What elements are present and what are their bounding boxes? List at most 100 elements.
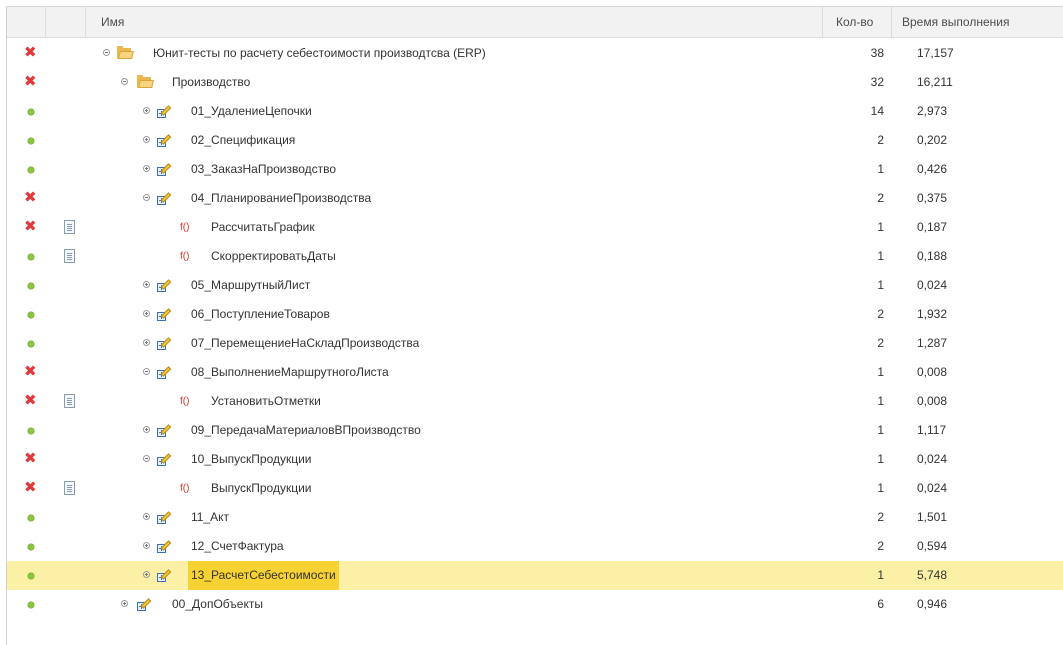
tree-row[interactable]: ✖ 08_ВыполнениеМаршрутногоЛиста 1 0,008	[7, 358, 1063, 387]
tree-row-name[interactable]: РассчитатьГрафик	[211, 213, 315, 242]
document-icon[interactable]	[64, 249, 75, 263]
expand-icon[interactable]	[143, 107, 150, 114]
tree-row[interactable]: 05_МаршрутныйЛист 1 0,024	[7, 271, 1063, 300]
collapse-icon[interactable]	[143, 194, 150, 201]
failed-status-icon: ✖	[24, 43, 37, 61]
failed-status-icon: ✖	[24, 74, 37, 89]
tree-row[interactable]: 00_ДопОбъекты 6 0,946	[7, 590, 1063, 619]
red-cross-icon: ✖	[24, 188, 37, 206]
tree-row-name[interactable]: 13_РасчетСебестоимости	[188, 561, 339, 590]
tree-row-name[interactable]: 08_ВыполнениеМаршрутногоЛиста	[191, 358, 389, 387]
expand-icon[interactable]	[143, 571, 150, 578]
tree-row-name[interactable]: 10_ВыпускПродукции	[191, 445, 312, 474]
tree-row-time: 0,426	[917, 162, 948, 176]
passed-status-icon	[25, 280, 36, 291]
tree-row[interactable]: 07_ПеремещениеНаСкладПроизводства 2 1,287	[7, 329, 1063, 358]
folder-open-icon	[117, 46, 134, 59]
test-results-tree-grid[interactable]: Имя Кол-во Время выполнения ✖ Юнит-тесты …	[6, 6, 1063, 645]
tree-row[interactable]: 01_УдалениеЦепочки 14 2,973	[7, 97, 1063, 126]
test-module-icon	[157, 539, 173, 554]
tree-row-name[interactable]: 11_Акт	[191, 503, 229, 532]
green-dot-icon	[28, 312, 34, 318]
green-dot-icon	[28, 341, 34, 347]
tree-row-count: 1	[877, 568, 884, 582]
tree-row[interactable]: ✖ 10_ВыпускПродукции 1 0,024	[7, 445, 1063, 474]
tree-row[interactable]: 02_Спецификация 2 0,202	[7, 126, 1063, 155]
tree-row-time: 1,117	[917, 423, 947, 437]
red-cross-icon: ✖	[24, 43, 37, 61]
tree-row[interactable]: ✖ Юнит-тесты по расчету себестоимости про…	[7, 39, 1063, 68]
tree-row[interactable]: 11_Акт 2 1,501	[7, 503, 1063, 532]
collapse-icon[interactable]	[121, 78, 128, 85]
tree-row-name[interactable]: 02_Спецификация	[191, 126, 295, 155]
tree-row-time: 0,024	[917, 278, 948, 292]
tree-row-name[interactable]: 09_ПередачаМатериаловВПроизводство	[191, 416, 421, 445]
tree-row-name[interactable]: 07_ПеремещениеНаСкладПроизводства	[191, 329, 419, 358]
test-module-icon	[157, 452, 173, 467]
tree-row[interactable]: f() СкорректироватьДаты 1 0,188	[7, 242, 1063, 271]
tree-row-time: 2,973	[917, 104, 948, 118]
tree-row-name[interactable]: УстановитьОтметки	[211, 387, 321, 416]
expand-icon[interactable]	[143, 513, 150, 520]
collapse-icon[interactable]	[103, 49, 110, 56]
column-header-count[interactable]: Кол-во	[836, 7, 873, 37]
tree-row-name[interactable]: Производство	[172, 68, 250, 97]
document-icon[interactable]	[64, 394, 75, 408]
test-module-icon	[157, 278, 173, 293]
collapse-icon[interactable]	[143, 455, 150, 462]
expand-icon[interactable]	[143, 542, 150, 549]
tree-row-name[interactable]: 04_ПланированиеПроизводства	[191, 184, 371, 213]
tree-row[interactable]: ✖ Производство 32 16,211	[7, 68, 1063, 97]
document-icon[interactable]	[64, 481, 75, 495]
tree-row[interactable]: 03_ЗаказНаПроизводство 1 0,426	[7, 155, 1063, 184]
passed-status-icon	[25, 338, 36, 349]
passed-status-icon	[25, 251, 36, 262]
tree-row[interactable]: 13_РасчетСебестоимости 1 5,748	[7, 561, 1063, 590]
expand-icon[interactable]	[121, 600, 128, 607]
tree-row-name[interactable]: 12_СчетФактура	[191, 532, 284, 561]
tree-row-time: 1,287	[917, 336, 948, 350]
passed-status-icon	[25, 541, 36, 552]
tree-row[interactable]: 06_ПоступлениеТоваров 2 1,932	[7, 300, 1063, 329]
tree-row-name[interactable]: 05_МаршрутныйЛист	[191, 271, 310, 300]
tree-row[interactable]: 09_ПередачаМатериаловВПроизводство 1 1,117	[7, 416, 1063, 445]
expand-icon[interactable]	[143, 281, 150, 288]
tree-row-count: 2	[877, 336, 884, 350]
column-header-name[interactable]: Имя	[101, 7, 124, 37]
red-cross-icon: ✖	[24, 478, 37, 496]
tree-row-time: 5,748	[917, 568, 948, 582]
tree-row-time: 0,024	[917, 452, 948, 466]
expand-icon[interactable]	[143, 165, 150, 172]
tree-row-time: 0,187	[917, 220, 948, 234]
tree-row-name[interactable]: Юнит-тесты по расчету себестоимости прои…	[153, 39, 486, 68]
tree-row-name[interactable]: СкорректироватьДаты	[211, 242, 336, 271]
tree-row-name[interactable]: 06_ПоступлениеТоваров	[191, 300, 330, 329]
tree-row-count: 1	[877, 481, 884, 495]
expand-icon[interactable]	[143, 339, 150, 346]
red-cross-icon: ✖	[24, 217, 37, 235]
tree-row[interactable]: ✖ f() РассчитатьГрафик 1 0,187	[7, 213, 1063, 242]
green-dot-icon	[28, 602, 34, 608]
tree-row-count: 2	[877, 539, 884, 553]
expand-icon[interactable]	[143, 310, 150, 317]
column-header-time[interactable]: Время выполнения	[902, 7, 1009, 37]
document-icon[interactable]	[64, 220, 75, 234]
tree-row-name[interactable]: 03_ЗаказНаПроизводство	[191, 155, 336, 184]
collapse-icon[interactable]	[143, 368, 150, 375]
expand-icon[interactable]	[143, 136, 150, 143]
function-icon: f()	[180, 396, 190, 407]
tree-row[interactable]: ✖ f() УстановитьОтметки 1 0,008	[7, 387, 1063, 416]
tree-row-count: 1	[877, 220, 884, 234]
green-dot-icon	[28, 109, 34, 115]
expand-icon[interactable]	[143, 426, 150, 433]
tree-row-name[interactable]: 00_ДопОбъекты	[172, 590, 263, 619]
tree-row[interactable]: ✖ 04_ПланированиеПроизводства 2 0,375	[7, 184, 1063, 213]
tree-row-name[interactable]: 01_УдалениеЦепочки	[191, 97, 312, 126]
tree-row-time: 17,157	[917, 46, 954, 60]
green-dot-icon	[28, 138, 34, 144]
tree-row[interactable]: 12_СчетФактура 2 0,594	[7, 532, 1063, 561]
tree-row-name[interactable]: ВыпускПродукции	[211, 474, 311, 503]
function-icon: f()	[180, 222, 190, 233]
tree-row[interactable]: ✖ f() ВыпускПродукции 1 0,024	[7, 474, 1063, 503]
tree-row-count: 2	[877, 133, 884, 147]
